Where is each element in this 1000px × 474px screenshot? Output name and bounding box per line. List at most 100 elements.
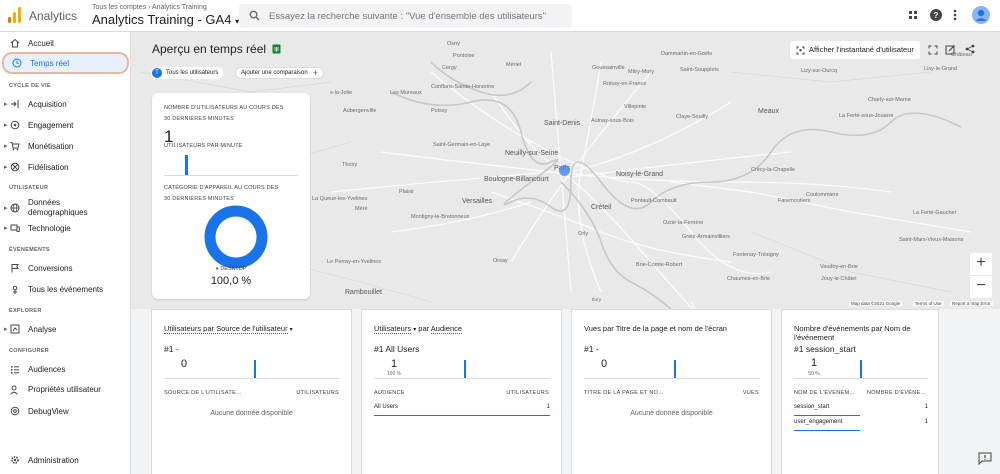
touch-icon	[12, 285, 18, 294]
map-place-perray: Le Perray-en-Yvelines	[327, 259, 382, 265]
sidebar-item-monetization[interactable]: ▸ Monétisation	[2, 136, 129, 156]
edit-report-icon[interactable]	[945, 44, 956, 55]
map-place-vaudoy: Vaudoy-en-Brie	[820, 264, 858, 270]
sidebar-item-acquisition[interactable]: ▸ Acquisition	[2, 94, 129, 114]
card-sparkline-bar	[254, 360, 256, 378]
sidebar-item-audiences[interactable]: Audiences	[2, 359, 129, 379]
fullscreen-icon[interactable]	[928, 45, 938, 55]
map-report-link[interactable]: Report a map Error	[950, 301, 993, 306]
map-attribution: Map data ©2021 Google	[849, 301, 903, 306]
sidebar-item-engagement[interactable]: ▸ Engagement	[2, 115, 129, 135]
map-place-aulnay: Aulnay-sous-Bois	[591, 118, 634, 124]
sidebar-item-user-properties[interactable]: Propriétés utilisateur	[2, 379, 129, 401]
row-bar	[374, 415, 550, 416]
expand-arrow-icon: ▸	[4, 326, 8, 333]
map-place-saint-soupplets: Saint-Soupplets	[680, 67, 719, 73]
device-label: CATÉGORIE D'APPAREIL AU COURS DES	[164, 185, 279, 191]
card-title-text: Utilisateurs par Source de l'utilisateur	[164, 324, 288, 334]
map-place-pontoise: Pontoise	[453, 53, 475, 59]
row-label: All Users	[374, 404, 399, 410]
sidebar-item-label: Conversions	[28, 263, 73, 273]
dimension-selector: Audience	[430, 324, 463, 334]
expand-arrow-icon: ▸	[4, 101, 8, 108]
card-views-by-page: Vues par Titre de la page et nom de l'éc…	[571, 309, 772, 474]
device-legend: ● DESKTOP	[152, 266, 310, 272]
sidebar-item-conversions[interactable]: Conversions	[2, 258, 129, 278]
map-place-thoiry: Thoiry	[342, 162, 358, 168]
globe-icon	[10, 203, 20, 213]
minute-chart-bar[interactable]	[185, 155, 188, 175]
no-data-message: Aucune donnée disponible	[630, 410, 713, 417]
sidebar-item-retention[interactable]: ▸ Fidélisation	[2, 157, 129, 177]
search-bar[interactable]	[239, 4, 572, 28]
users-per-minute-label: UTILISATEURS PAR MINUTE	[164, 143, 243, 149]
col-header-users: UTILISATEURS	[506, 390, 549, 396]
sidebar-item-demographics[interactable]: ▸ Données démographiques	[2, 196, 129, 220]
share-icon[interactable]	[965, 44, 975, 54]
breadcrumb[interactable]: Tous les comptes › Analytics Training	[92, 4, 207, 11]
realtime-users-card: NOMBRE D'UTILISATEURS AU COURS DES 30 DE…	[152, 93, 310, 299]
devices-icon	[10, 224, 20, 232]
card-rank: #1 -	[164, 344, 179, 354]
zoom-in-button[interactable]: +	[970, 253, 992, 275]
sidebar-item-debugview[interactable]: DebugView	[2, 401, 129, 421]
section-configure: CONFIGURER	[9, 348, 49, 354]
card-users-by-source: Utilisateurs par Source de l'utilisateur…	[151, 309, 352, 474]
sidebar-item-home[interactable]: Accueil	[2, 33, 129, 53]
apps-grid-icon[interactable]	[906, 8, 920, 22]
map-terms-link[interactable]: Terms of Use	[913, 301, 944, 306]
all-users-label: Tous les utilisateurs	[166, 70, 219, 76]
sidebar-item-label: Propriétés utilisateur	[28, 385, 101, 394]
users-30min-label: NOMBRE D'UTILISATEURS AU COURS DES	[164, 105, 284, 111]
expand-arrow-icon: ▸	[4, 122, 8, 129]
map-place-meriel: Mériel	[506, 62, 521, 68]
sheet-icon[interactable]	[272, 44, 281, 54]
table-row[interactable]: session_start 1	[794, 404, 928, 416]
card-rank: #1 session_start	[794, 344, 856, 354]
map-place-saint-germain: Saint-Germain-en-Laye	[433, 142, 491, 148]
card-pct: 50 %	[808, 371, 820, 377]
add-comparison-button[interactable]: Ajouter une comparaison +	[235, 67, 324, 79]
analytics-logo-icon[interactable]	[8, 7, 22, 23]
help-icon[interactable]: ?	[929, 8, 943, 22]
map-place-osny: Osny	[447, 41, 460, 47]
sidebar-item-label: Fidélisation	[28, 162, 69, 172]
feedback-icon[interactable]	[978, 452, 992, 465]
sidebar-item-analysis[interactable]: ▸ Analyse	[2, 319, 129, 339]
search-input[interactable]	[269, 7, 559, 25]
map-place-aubergenville: Aubergenville	[343, 108, 377, 114]
property-selector[interactable]: Analytics Training - GA4 ▾	[92, 12, 239, 27]
map-place-lisy: Lisy-le-Grand	[924, 66, 958, 72]
user-snapshot-button[interactable]: Afficher l'instantané d'utilisateur	[790, 41, 920, 59]
all-users-chip[interactable]: T Tous les utilisateurs	[151, 67, 224, 79]
table-row[interactable]: user_engagement 1	[794, 419, 928, 431]
sidebar-item-realtime[interactable]: Temps réel	[2, 52, 129, 74]
map-place-jouy: Jouy-le-Châtel	[821, 276, 857, 282]
section-explore: EXPLORER	[9, 308, 42, 314]
expand-arrow-icon: ▸	[4, 164, 8, 171]
sidebar-item-technology[interactable]: ▸ Technologie	[2, 218, 129, 238]
device-donut-chart[interactable]	[203, 204, 269, 270]
col-header-users: UTILISATEURS	[296, 390, 339, 396]
map-place-pontault: Pontault-Combault	[631, 198, 677, 204]
card-sparkline-axis	[794, 378, 928, 379]
sidebar-item-all-events[interactable]: Tous les événements	[2, 279, 129, 301]
card-rank: #1 -	[584, 344, 599, 354]
card-sparkline-axis	[374, 378, 550, 379]
col-header-views: VUES	[742, 390, 759, 396]
map-place-orly: Orly	[578, 231, 589, 237]
sidebar-item-admin[interactable]: Administration	[2, 450, 129, 470]
account-avatar-icon[interactable]	[972, 6, 990, 24]
card-title[interactable]: Utilisateurs par Source de l'utilisateur…	[164, 323, 293, 336]
users-30min-label-2: 30 DERNIÈRES MINUTES	[164, 116, 235, 122]
sidebar-item-label: Monétisation	[28, 141, 74, 151]
map-place-ozoir: Ozoir-la-Ferrière	[663, 220, 704, 226]
section-lifecycle: CYCLE DE VIE	[9, 83, 51, 89]
zoom-out-button[interactable]: −	[970, 276, 992, 298]
sidebar-item-label: Engagement	[28, 120, 74, 130]
map-place-ferte-gaucher: La Ferté-Gaucher	[913, 210, 957, 216]
more-vert-icon[interactable]	[948, 8, 962, 22]
user-location-marker[interactable]	[559, 165, 570, 176]
table-row[interactable]: All Users 1	[374, 404, 550, 416]
card-title[interactable]: Utilisateurs ▾ par Audience	[374, 323, 463, 336]
